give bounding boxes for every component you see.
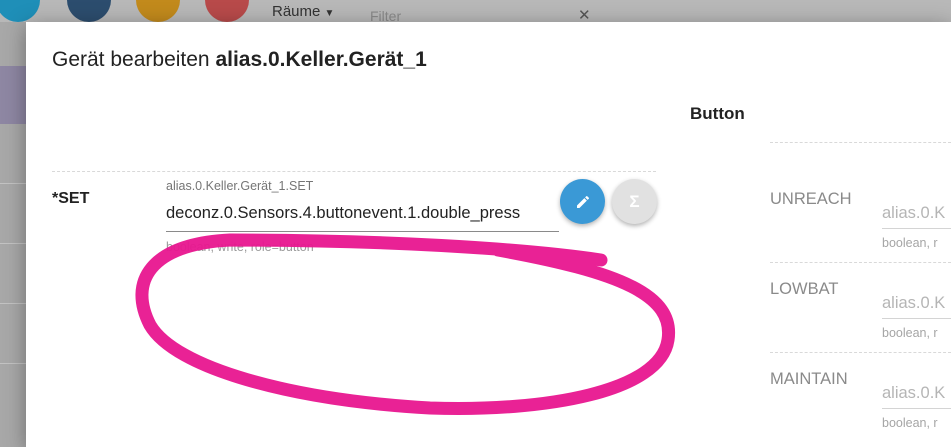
field-label-set: *SET xyxy=(52,190,90,207)
edit-state-button[interactable] xyxy=(560,179,605,224)
sigma-icon: Σ xyxy=(629,191,640,211)
unreach-state-input[interactable]: alias.0.K xyxy=(882,204,951,223)
maintain-helper: boolean, r xyxy=(882,416,938,430)
edit-device-dialog: Gerät bearbeiten alias.0.Keller.Gerät_1 … xyxy=(26,22,951,447)
dialog-title-prefix: Gerät bearbeiten xyxy=(52,48,210,71)
right-field-divider xyxy=(770,142,951,143)
dialog-title: Gerät bearbeiten alias.0.Keller.Gerät_1 xyxy=(52,48,427,72)
chevron-down-icon: ▼ xyxy=(324,8,335,19)
background-list-selected-row xyxy=(0,66,26,124)
set-state-input-underline xyxy=(166,231,559,232)
rooms-label: Räume xyxy=(272,3,321,20)
maintain-underline xyxy=(882,408,951,409)
field-label-lowbat: LOWBAT xyxy=(770,280,839,298)
formula-button[interactable]: Σ xyxy=(612,179,657,224)
maintain-state-field[interactable]: alias.0.K boolean, r xyxy=(882,384,951,430)
right-field-divider xyxy=(770,262,951,263)
lowbat-underline xyxy=(882,318,951,319)
field-divider xyxy=(52,171,656,172)
set-state-input[interactable]: deconz.0.Sensors.4.buttonevent.1.double_… xyxy=(166,204,520,223)
maintain-state-input[interactable]: alias.0.K xyxy=(882,384,951,403)
field-label-unreach: UNREACH xyxy=(770,190,852,208)
background-row-divider xyxy=(0,243,26,244)
lowbat-helper: boolean, r xyxy=(882,326,938,340)
column-header-button: Button xyxy=(690,104,745,123)
pencil-icon xyxy=(576,195,589,208)
background-row-divider xyxy=(0,183,26,184)
field-label-maintain: MAINTAIN xyxy=(770,370,848,388)
field-helper-text: boolean, write, role=button xyxy=(166,240,314,254)
lowbat-state-input[interactable]: alias.0.K xyxy=(882,294,951,313)
rooms-dropdown[interactable]: Räume ▼ xyxy=(272,3,334,20)
unreach-state-field[interactable]: alias.0.K boolean, r xyxy=(882,204,951,250)
lowbat-state-field[interactable]: alias.0.K boolean, r xyxy=(882,294,951,340)
field-id-label: alias.0.Keller.Gerät_1.SET xyxy=(166,179,314,193)
unreach-underline xyxy=(882,228,951,229)
background-row-divider xyxy=(0,363,26,364)
unreach-helper: boolean, r xyxy=(882,236,938,250)
background-row-divider xyxy=(0,303,26,304)
right-field-divider xyxy=(770,352,951,353)
dialog-title-device-id: alias.0.Keller.Gerät_1 xyxy=(215,48,427,71)
